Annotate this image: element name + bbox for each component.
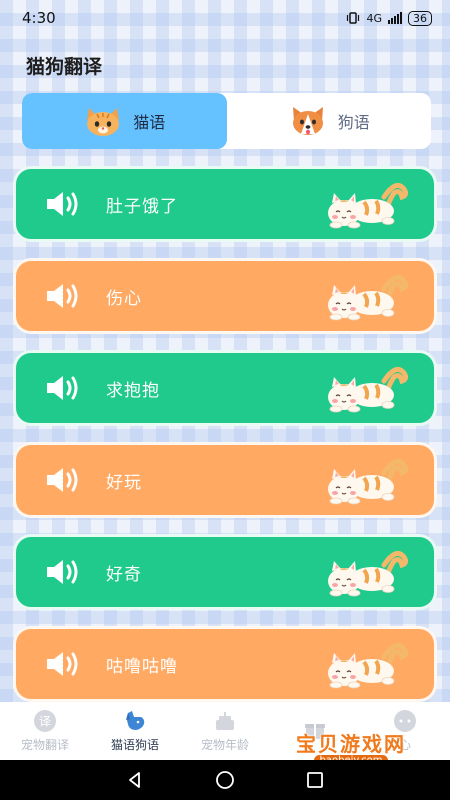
nav-item-pet-translate[interactable]: 译 宠物翻译 xyxy=(0,702,90,760)
phrase-label: 求抱抱 xyxy=(106,380,160,401)
nav-label: 宠物翻译 xyxy=(20,738,69,752)
dog-face-icon xyxy=(292,107,323,135)
nav-label: 宠物年龄 xyxy=(200,738,249,752)
status-bar: 4:30 4G 36 xyxy=(0,0,450,36)
back-icon[interactable] xyxy=(124,769,146,791)
language-tabs: 猫语 狗语 xyxy=(22,93,431,149)
phrase-label: 肚子饿了 xyxy=(106,196,178,217)
battery-level: 36 xyxy=(408,10,432,26)
speaker-icon[interactable] xyxy=(44,373,84,403)
page-title: 猫狗翻译 xyxy=(26,56,103,78)
cat-face-icon xyxy=(87,108,120,136)
speaker-icon[interactable] xyxy=(44,557,84,587)
tab-cat[interactable]: 猫语 xyxy=(22,93,227,149)
network-type: 4G xyxy=(366,11,382,25)
phrase-label: 好奇 xyxy=(106,564,142,585)
phrase-card[interactable]: 伤心 xyxy=(13,258,437,334)
phrase-list: 肚子饿了 伤心 求抱抱 好玩 好奇 咕噜咕噜 xyxy=(13,166,437,718)
cake-icon xyxy=(216,712,234,730)
svg-text:译: 译 xyxy=(39,715,51,729)
phrase-card[interactable]: 好奇 xyxy=(13,534,437,610)
speaker-icon[interactable] xyxy=(44,281,84,311)
phrase-card[interactable]: 求抱抱 xyxy=(13,350,437,426)
cat-illustration-icon xyxy=(314,543,414,603)
status-icons: 4G 36 xyxy=(346,10,432,26)
cat-illustration-icon xyxy=(314,359,414,419)
watermark-text: 宝贝游戏网 xyxy=(296,732,406,756)
nav-item-pet-age[interactable]: 宠物年龄 xyxy=(180,702,270,760)
nav-label: 猫语狗语 xyxy=(110,738,159,752)
recents-icon[interactable] xyxy=(304,769,326,791)
home-icon[interactable] xyxy=(214,769,236,791)
translate-icon: 译 xyxy=(34,710,56,732)
speaker-icon[interactable] xyxy=(44,189,84,219)
system-nav-bar xyxy=(0,760,450,800)
status-time: 4:30 xyxy=(22,9,56,27)
phrase-card[interactable]: 好玩 xyxy=(13,442,437,518)
nav-item-cat-dog-language[interactable]: 猫语狗语 xyxy=(90,702,180,760)
cat-illustration-icon xyxy=(314,175,414,235)
vibrate-icon xyxy=(347,12,360,24)
cat-illustration-icon xyxy=(314,635,414,695)
tab-dog-label: 狗语 xyxy=(337,113,370,132)
cat-illustration-icon xyxy=(314,451,414,511)
phrase-label: 伤心 xyxy=(106,288,142,309)
speaker-icon[interactable] xyxy=(44,649,84,679)
speaker-icon[interactable] xyxy=(44,465,84,495)
phrase-card[interactable]: 肚子饿了 xyxy=(13,166,437,242)
phrase-label: 好玩 xyxy=(106,472,142,493)
signal-icon xyxy=(388,12,402,24)
tab-dog[interactable]: 狗语 xyxy=(227,93,432,149)
phrase-card[interactable]: 咕噜咕噜 xyxy=(13,626,437,702)
tab-cat-label: 猫语 xyxy=(133,113,166,132)
phrase-label: 咕噜咕噜 xyxy=(106,656,178,677)
dog-head-icon xyxy=(126,711,145,730)
cat-illustration-icon xyxy=(314,267,414,327)
